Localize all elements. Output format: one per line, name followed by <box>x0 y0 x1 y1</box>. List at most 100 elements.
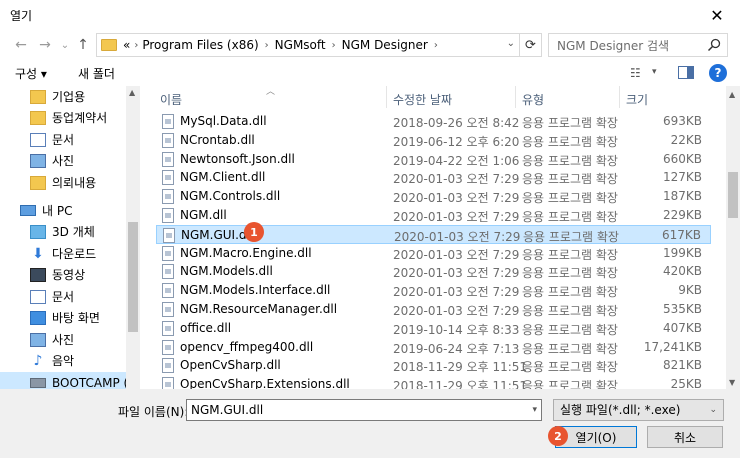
file-type: 응용 프로그램 확장 <box>522 134 618 149</box>
scroll-up-icon[interactable]: ▲ <box>729 90 735 99</box>
file-name: NGM.ResourceManager.dll <box>180 302 338 316</box>
chevron-right-icon[interactable]: › <box>434 40 438 51</box>
breadcrumb-program-files[interactable]: Program Files (x86) <box>142 38 258 52</box>
file-name: NGM.dll <box>180 208 227 222</box>
dll-file-icon <box>162 114 174 129</box>
chevron-right-icon[interactable]: › <box>332 40 336 51</box>
forward-arrow-icon[interactable]: → <box>34 34 56 56</box>
scroll-down-icon[interactable]: ▼ <box>729 378 735 387</box>
sort-ascending-icon: ︿ <box>266 87 276 97</box>
sidebar-item[interactable]: ⬇ 다운로드 <box>30 243 96 264</box>
new-folder-button[interactable]: 새 폴더 <box>78 65 115 82</box>
search-input[interactable]: NGM Designer 검색 <box>548 33 728 57</box>
file-size: 821KB <box>662 358 702 373</box>
cancel-button[interactable]: 취소 <box>647 426 723 448</box>
file-list-scrollbar[interactable]: ▲ ▼ <box>726 86 740 389</box>
sidebar-item[interactable]: 3D 개체 <box>30 221 95 242</box>
navigation-bar: ← → ⌄ ↑ « › Program Files (x86) › NGMsof… <box>0 30 740 60</box>
file-size: 229KB <box>662 208 702 222</box>
scrollbar-thumb[interactable] <box>128 222 138 332</box>
sidebar-scrollbar[interactable]: ▲ <box>126 86 140 389</box>
file-name: NGM.Models.dll <box>180 264 273 279</box>
file-name: NGM.Controls.dll <box>180 189 281 204</box>
sidebar-item[interactable]: 바탕 화면 <box>30 307 100 328</box>
preview-pane-icon[interactable] <box>678 66 694 79</box>
file-type: 응용 프로그램 확장 <box>522 379 618 389</box>
sidebar-item[interactable]: 동업계약서 <box>30 107 107 128</box>
sidebar-item[interactable]: 문서 <box>30 129 74 150</box>
file-row[interactable]: NGM.ResourceManager.dll 2020-01-03 오전 7:2… <box>156 300 711 319</box>
sidebar-item[interactable]: ♪ 음악 <box>30 350 75 371</box>
help-icon[interactable]: ? <box>709 64 727 82</box>
scroll-up-icon[interactable]: ▲ <box>129 88 135 97</box>
column-type[interactable]: 유형 <box>522 91 544 108</box>
file-row[interactable]: NGM.dll 2020-01-03 오전 7:29 응용 프로그램 확장 229KB <box>156 206 711 225</box>
dll-file-icon <box>162 377 174 389</box>
search-icon <box>707 38 721 55</box>
breadcrumb-ngmsoft[interactable]: NGMsoft <box>275 38 326 52</box>
refresh-icon[interactable]: ⟳ <box>520 33 542 57</box>
file-date: 2020-01-03 오전 7:29 <box>393 172 520 187</box>
sidebar-item[interactable]: 문서 <box>30 286 74 307</box>
document-icon <box>30 132 46 147</box>
column-size[interactable]: 크기 <box>626 91 648 108</box>
file-type: 응용 프로그램 확장 <box>522 341 618 356</box>
file-row[interactable]: NGM.GUI.dll 2020-01-03 오전 7:29 응용 프로그램 확장 6… <box>156 224 711 244</box>
sidebar-item-drive[interactable]: BOOTCAMP (C:) <box>0 372 140 389</box>
file-date: 2019-04-22 오전 1:06 <box>393 153 520 168</box>
file-row[interactable]: NGM.Controls.dll 2020-01-03 오전 7:29 응용 프로그… <box>156 187 711 206</box>
file-size: 617KB <box>661 227 701 242</box>
breadcrumb-ngm-designer[interactable]: NGM Designer <box>342 38 428 52</box>
file-row[interactable]: NGM.Client.dll 2020-01-03 오전 7:29 응용 프로그램 … <box>156 168 711 187</box>
file-row[interactable]: opencv_ffmpeg400.dll 2019-06-24 오후 7:13 응용… <box>156 338 711 357</box>
sidebar-item[interactable]: 사진 <box>30 329 74 350</box>
filetype-select[interactable]: 실행 파일(*.dll; *.exe) ⌄ <box>553 399 724 421</box>
desktop-icon <box>30 310 46 325</box>
address-bar[interactable]: « › Program Files (x86) › NGMsoft › NGM … <box>96 33 520 57</box>
command-toolbar: 구성 ▾ 새 폴더 ☷ ▾ ? <box>0 60 740 86</box>
file-row[interactable]: NGM.Macro.Engine.dll 2020-01-03 오전 7:29 응용… <box>156 244 711 263</box>
window-title: 열기 <box>10 9 33 23</box>
file-row[interactable]: NGM.Models.Interface.dll 2020-01-03 오전 7:… <box>156 281 711 300</box>
dll-file-icon <box>162 189 174 205</box>
sidebar-item[interactable]: 사진 <box>30 150 74 171</box>
chevron-down-icon[interactable]: ▾ <box>532 400 537 420</box>
close-icon[interactable]: ✕ <box>694 0 740 30</box>
dll-file-icon <box>162 302 174 317</box>
view-options-icon[interactable]: ☷ <box>630 66 641 80</box>
view-dropdown-icon[interactable]: ▾ <box>652 67 657 77</box>
breadcrumb-overflow[interactable]: « <box>123 38 130 52</box>
file-name: NGM.Client.dll <box>180 170 266 185</box>
organize-menu[interactable]: 구성 ▾ <box>15 65 47 82</box>
column-divider[interactable] <box>619 86 620 108</box>
scrollbar-thumb[interactable] <box>728 172 738 218</box>
file-row[interactable]: OpenCvSharp.Extensions.dll 2018-11-29 오후 … <box>156 375 711 389</box>
file-name: OpenCvSharp.dll <box>180 358 281 373</box>
drive-icon <box>30 377 46 388</box>
filename-input[interactable]: NGM.GUI.dll ▾ <box>186 399 542 421</box>
file-row[interactable]: MySql.Data.dll 2018-09-26 오전 8:42 응용 프로그램 … <box>156 112 711 131</box>
sidebar-item[interactable]: 동영상 <box>30 264 85 285</box>
sidebar-item[interactable]: 기업용 <box>30 86 85 107</box>
file-row[interactable]: office.dll 2019-10-14 오후 8:33 응용 프로그램 확장 40… <box>156 319 711 338</box>
sidebar-item[interactable]: 의뢰내용 <box>30 172 96 193</box>
file-row[interactable]: OpenCvSharp.dll 2018-11-29 오후 11:51 응용 프로그… <box>156 356 711 375</box>
column-date[interactable]: 수정한 날짜 <box>393 91 452 108</box>
chevron-down-icon[interactable]: ⌄ <box>709 400 717 420</box>
back-arrow-icon[interactable]: ← <box>10 34 32 56</box>
column-divider[interactable] <box>386 86 387 108</box>
chevron-right-icon[interactable]: › <box>265 40 269 51</box>
column-name[interactable]: 이름 <box>160 91 182 108</box>
file-type: 응용 프로그램 확장 <box>522 247 618 262</box>
file-row[interactable]: NGM.Models.dll 2020-01-03 오전 7:29 응용 프로그램 … <box>156 262 711 281</box>
file-row[interactable]: NCrontab.dll 2019-06-12 오후 6:20 응용 프로그램 확장… <box>156 131 711 150</box>
file-list: ︿ 이름 수정한 날짜 유형 크기 MySql.Data.dll 2018-09-… <box>141 86 740 389</box>
file-type: 응용 프로그램 확장 <box>522 210 618 224</box>
file-size: 407KB <box>662 320 702 335</box>
up-arrow-icon[interactable]: ↑ <box>72 34 94 56</box>
sidebar-item-this-pc[interactable]: 내 PC <box>20 200 72 221</box>
file-size: 127KB <box>662 170 702 185</box>
address-dropdown-icon[interactable]: ⌄ <box>507 38 515 49</box>
file-row[interactable]: Newtonsoft.Json.dll 2019-04-22 오전 1:06 응용 … <box>156 150 711 169</box>
column-divider[interactable] <box>515 86 516 108</box>
